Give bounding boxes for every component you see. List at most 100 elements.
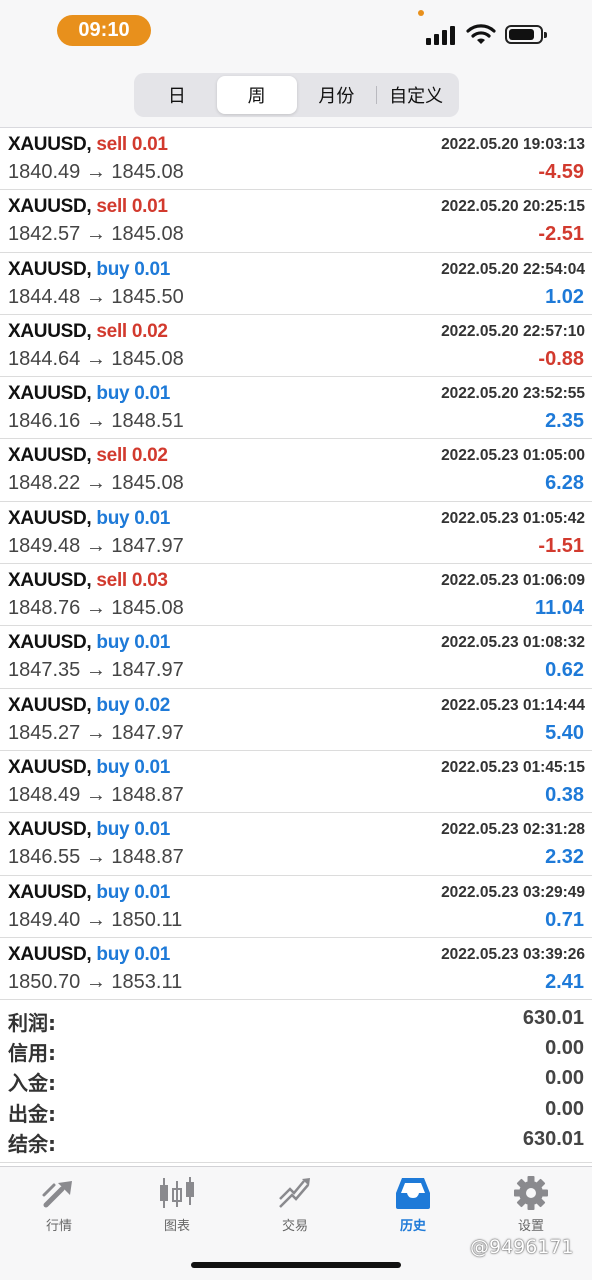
- trade-lots: 0.01: [134, 756, 171, 778]
- trade-symbol-line: XAUUSD, sell 0.01: [8, 134, 168, 156]
- tabbar-history[interactable]: 历史: [354, 1167, 472, 1237]
- period-header: 日 周 月份 自定义: [0, 62, 592, 128]
- trade-close-price: 1845.08: [111, 347, 184, 370]
- trade-open-price: 1848.22: [8, 472, 81, 495]
- trade-side: buy: [96, 258, 130, 280]
- arrow-icon: →: [85, 846, 106, 869]
- summary-row: 出金: 0.00: [0, 1094, 592, 1126]
- status-time: 09:10: [57, 15, 151, 46]
- arrow-icon: →: [85, 472, 106, 495]
- trade-symbol-line: XAUUSD, buy 0.01: [8, 819, 170, 841]
- trade-prices: 1848.76 → 1845.08: [8, 597, 184, 620]
- summary-row: 利润: 630.01: [0, 1003, 592, 1035]
- trade-datetime: 2022.05.20 23:52:55: [441, 385, 585, 403]
- trade-prices: 1849.48 → 1847.97: [8, 535, 184, 558]
- trade-datetime: 2022.05.20 20:25:15: [441, 198, 585, 216]
- trade-prices: 1849.40 → 1850.11: [8, 909, 182, 932]
- trade-open-price: 1848.76: [8, 597, 81, 620]
- trade-open-price: 1847.35: [8, 659, 81, 682]
- tabbar-label: 历史: [399, 1219, 426, 1234]
- trade-lots: 0.01: [134, 383, 171, 405]
- trade-prices: 1846.16 → 1848.51: [8, 410, 184, 433]
- trade-symbol-line: XAUUSD, buy 0.01: [8, 944, 170, 966]
- trade-close-price: 1845.08: [111, 223, 184, 246]
- trade-open-price: 1849.48: [8, 534, 81, 557]
- trade-side: sell: [96, 445, 127, 467]
- trade-symbol: XAUUSD,: [8, 570, 92, 592]
- trade-row[interactable]: XAUUSD, buy 0.01 2022.05.23 03:39:26 1850.…: [0, 938, 592, 1001]
- trade-side: buy: [96, 756, 130, 778]
- trade-row[interactable]: XAUUSD, buy 0.01 2022.05.23 01:05:42 1849.…: [0, 502, 592, 565]
- trade-lots: 0.01: [134, 819, 171, 841]
- trade-lots: 0.01: [134, 881, 171, 903]
- trade-close-price: 1848.51: [111, 410, 184, 433]
- trade-symbol: XAUUSD,: [8, 881, 92, 903]
- trade-row[interactable]: XAUUSD, sell 0.02 2022.05.23 01:05:00 1848…: [0, 439, 592, 502]
- arrow-icon: →: [85, 285, 106, 308]
- trade-row[interactable]: XAUUSD, buy 0.02 2022.05.23 01:14:44 1845.…: [0, 689, 592, 751]
- trade-open-price: 1840.49: [8, 161, 81, 183]
- trade-symbol: XAUUSD,: [8, 694, 92, 716]
- tabbar-trade[interactable]: 交易: [236, 1167, 354, 1237]
- summary-label: 出金:: [8, 1101, 56, 1126]
- home-indicator[interactable]: [191, 1262, 401, 1268]
- trade-row[interactable]: XAUUSD, buy 0.01 2022.05.23 03:29:49 1849.…: [0, 876, 592, 938]
- trade-close-price: 1853.11: [111, 970, 183, 993]
- trade-row[interactable]: XAUUSD, buy 0.01 2022.05.20 22:54:04 1844.…: [0, 253, 592, 315]
- tab-day[interactable]: 日: [137, 76, 217, 114]
- trade-prices: 1848.22 → 1845.08: [8, 472, 184, 495]
- trade-symbol-line: XAUUSD, sell 0.02: [8, 445, 168, 467]
- tabbar-chart[interactable]: 图表: [118, 1167, 236, 1237]
- trade-side: buy: [96, 632, 130, 654]
- trade-open-price: 1845.27: [8, 721, 81, 744]
- trade-open-price: 1842.57: [8, 223, 81, 246]
- trade-open-price: 1846.16: [8, 410, 81, 433]
- summary-value: 0.00: [545, 1037, 584, 1060]
- trade-symbol-line: XAUUSD, sell 0.03: [8, 570, 168, 592]
- trade-datetime: 2022.05.20 19:03:13: [441, 136, 585, 153]
- trade-datetime: 2022.05.23 01:05:00: [441, 447, 585, 465]
- trade-symbol: XAUUSD,: [8, 134, 92, 155]
- trade-open-price: 1846.55: [8, 846, 81, 869]
- tabbar-quotes[interactable]: 行情: [0, 1167, 118, 1237]
- arrow-icon: →: [85, 534, 106, 557]
- trade-symbol-line: XAUUSD, buy 0.01: [8, 259, 170, 281]
- trade-history-list: XAUUSD, sell 0.01 2022.05.20 19:03:13 1840…: [0, 128, 592, 1001]
- trade-symbol: XAUUSD,: [8, 819, 92, 841]
- trade-lots: 0.01: [131, 134, 168, 155]
- trade-symbol: XAUUSD,: [8, 320, 92, 342]
- trade-row[interactable]: XAUUSD, sell 0.02 2022.05.20 22:57:10 1844…: [0, 315, 592, 378]
- trade-row[interactable]: XAUUSD, sell 0.01 2022.05.20 20:25:15 1842…: [0, 190, 592, 253]
- trade-close-price: 1850.11: [111, 908, 183, 931]
- tab-month[interactable]: 月份: [297, 76, 377, 114]
- trade-lots: 0.01: [134, 632, 171, 654]
- trade-symbol-line: XAUUSD, buy 0.01: [8, 508, 170, 530]
- trade-row[interactable]: XAUUSD, buy 0.01 2022.05.20 23:52:55 1846.…: [0, 377, 592, 440]
- trade-datetime: 2022.05.23 01:06:09: [441, 572, 585, 590]
- trade-row[interactable]: XAUUSD, sell 0.01 2022.05.20 19:03:13 1840…: [0, 128, 592, 191]
- history-inbox-icon: [396, 1178, 430, 1209]
- trade-profit: 2.32: [545, 846, 584, 869]
- arrow-icon: →: [85, 970, 106, 993]
- trade-symbol: XAUUSD,: [8, 196, 92, 218]
- trade-prices: 1842.57 → 1845.08: [8, 223, 184, 246]
- trade-row[interactable]: XAUUSD, buy 0.01 2022.05.23 02:31:28 1846.…: [0, 813, 592, 876]
- trade-profit: 0.62: [545, 659, 584, 682]
- trade-datetime: 2022.05.20 22:57:10: [441, 322, 585, 340]
- trade-symbol: XAUUSD,: [8, 632, 92, 654]
- trade-profit: -4.59: [538, 161, 584, 183]
- trade-row[interactable]: XAUUSD, buy 0.01 2022.05.23 01:08:32 1847.…: [0, 626, 592, 689]
- tab-week[interactable]: 周: [216, 76, 297, 114]
- tabbar-settings[interactable]: 设置: [472, 1167, 590, 1237]
- trade-close-price: 1848.87: [111, 783, 184, 806]
- trade-row[interactable]: XAUUSD, buy 0.01 2022.05.23 01:45:15 1848.…: [0, 751, 592, 814]
- arrow-icon: →: [85, 908, 106, 931]
- trade-datetime: 2022.05.23 03:39:26: [441, 945, 585, 963]
- arrow-icon: →: [85, 597, 106, 620]
- trade-close-price: 1847.97: [111, 659, 184, 682]
- trade-side: buy: [96, 819, 130, 841]
- trade-row[interactable]: XAUUSD, sell 0.03 2022.05.23 01:06:09 1848…: [0, 564, 592, 627]
- tabbar-label: 交易: [281, 1219, 308, 1234]
- tab-custom[interactable]: 自定义: [376, 76, 456, 114]
- summary-label: 信用:: [8, 1041, 56, 1066]
